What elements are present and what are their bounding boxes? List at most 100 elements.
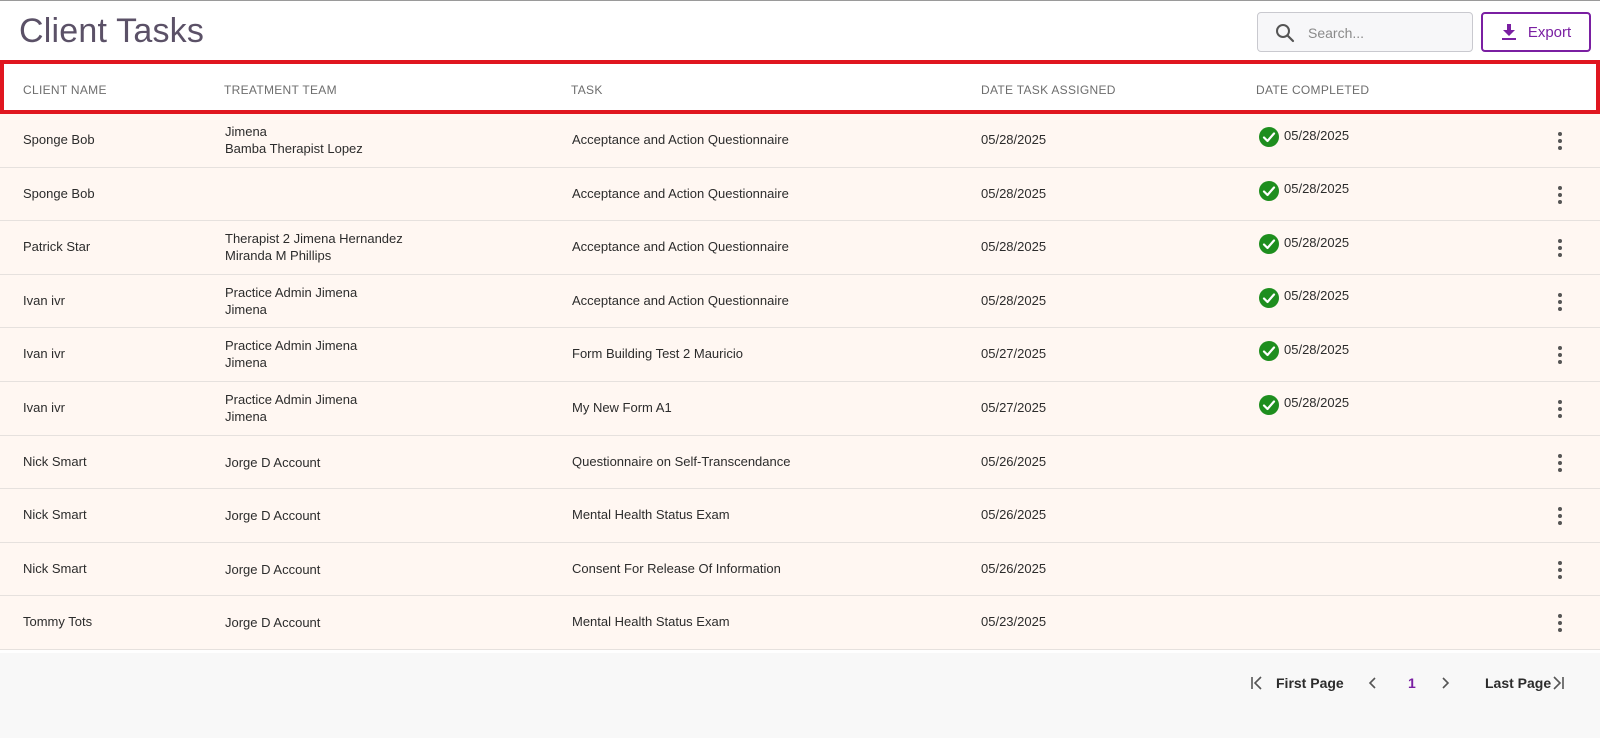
treatment-team-member: Jorge D Account [225, 508, 321, 524]
table-row[interactable]: Ivan ivr Practice Admin Jimena Jimena My Ne… [0, 381, 1600, 436]
date-completed-value: 05/28/2025 [1284, 395, 1350, 411]
check-circle-icon [1259, 180, 1279, 201]
first-page-icon[interactable] [1250, 675, 1264, 691]
table-row[interactable]: Nick Smart Jorge D Account Consent For Rel… [0, 542, 1600, 597]
column-header-client-name[interactable]: CLIENT NAME [23, 83, 107, 97]
table-row[interactable]: Tommy Tots Jorge D Account Mental Health S… [0, 596, 1600, 650]
treatment-team-member: Practice Admin Jimena [225, 391, 358, 407]
task-name: Mental Health Status Exam [572, 614, 730, 630]
check-circle-icon [1259, 287, 1279, 308]
treatment-team-member: Jimena [225, 408, 267, 424]
client-name: Sponge Bob [23, 132, 95, 147]
table-header: CLIENT NAME TREATMENT TEAM TASK DATE TAS… [0, 60, 1600, 114]
treatment-team-member: Practice Admin Jimena [225, 338, 358, 354]
client-name: Ivan ivr [23, 346, 65, 362]
date-completed: 05/28/2025 [1259, 287, 1350, 308]
table-row[interactable]: Sponge Bob Jimena Bamba Therapist Lopez Acc… [0, 114, 1600, 168]
date-completed-value: 05/28/2025 [1284, 341, 1350, 357]
treatment-team-member: Jorge D Account [225, 615, 321, 631]
check-circle-icon [1259, 341, 1279, 362]
task-name: Acceptance and Action Questionnaire [572, 132, 789, 147]
date-completed-value: 05/28/2025 [1284, 127, 1350, 143]
date-assigned: 05/27/2025 [981, 346, 1047, 362]
treatment-team: Jorge D Account [225, 507, 320, 524]
task-name: Form Building Test 2 Mauricio [572, 346, 743, 362]
column-header-date-completed[interactable]: DATE COMPLETED [1256, 83, 1369, 97]
date-completed: 05/28/2025 [1259, 394, 1350, 415]
date-assigned: 05/28/2025 [981, 292, 1047, 308]
date-assigned: 05/26/2025 [981, 453, 1047, 469]
client-name: Ivan ivr [23, 292, 65, 308]
date-assigned: 05/27/2025 [981, 399, 1047, 415]
treatment-team-member: Jorge D Account [225, 561, 321, 577]
client-name: Nick Smart [23, 453, 87, 469]
page-title: Client Tasks [19, 12, 205, 50]
check-circle-icon [1259, 127, 1279, 147]
treatment-team: Jorge D Account [225, 614, 320, 631]
treatment-team-member: Jimena [225, 301, 267, 317]
more-options-icon[interactable] [1552, 344, 1568, 366]
task-name: Acceptance and Action Questionnaire [572, 239, 789, 255]
column-header-date-assigned[interactable]: DATE TASK ASSIGNED [981, 83, 1116, 97]
date-completed: 05/28/2025 [1259, 341, 1350, 362]
chevron-left-icon[interactable] [1367, 675, 1377, 691]
table-row[interactable]: Ivan ivr Practice Admin Jimena Jimena Accep… [0, 274, 1600, 329]
more-options-icon[interactable] [1552, 130, 1568, 152]
client-name: Patrick Star [23, 239, 91, 255]
client-name: Ivan ivr [23, 399, 65, 415]
more-options-icon[interactable] [1552, 559, 1568, 581]
table-body: Sponge Bob Jimena Bamba Therapist Lopez Acc… [0, 114, 1600, 650]
date-assigned: 05/26/2025 [981, 560, 1047, 576]
treatment-team-member: Miranda M Phillips [225, 248, 332, 264]
date-assigned: 05/28/2025 [981, 239, 1047, 255]
task-name: Mental Health Status Exam [572, 507, 730, 523]
search-input[interactable] [1308, 22, 1458, 44]
treatment-team: Practice Admin Jimena Jimena [225, 337, 357, 371]
date-completed-value: 05/28/2025 [1284, 181, 1350, 197]
more-options-icon[interactable] [1552, 612, 1568, 634]
chevron-right-icon[interactable] [1441, 675, 1451, 691]
treatment-team-member: Practice Admin Jimena [225, 284, 358, 300]
check-circle-icon [1259, 234, 1279, 255]
more-options-icon[interactable] [1552, 452, 1568, 474]
task-name: Consent For Release Of Information [572, 560, 781, 576]
table-row[interactable]: Nick Smart Jorge D Account Questionnaire o… [0, 435, 1600, 490]
date-completed: 05/28/2025 [1259, 127, 1349, 147]
treatment-team: Jimena Bamba Therapist Lopez [225, 123, 363, 157]
treatment-team: Practice Admin Jimena Jimena [225, 391, 357, 425]
date-completed-value: 05/28/2025 [1284, 288, 1350, 304]
export-button[interactable]: Export [1481, 12, 1591, 52]
client-name: Tommy Tots [23, 614, 93, 630]
date-assigned: 05/28/2025 [981, 185, 1047, 201]
table-row[interactable]: Ivan ivr Practice Admin Jimena Jimena Form … [0, 328, 1600, 382]
date-completed: 05/28/2025 [1259, 234, 1350, 255]
task-name: Acceptance and Action Questionnaire [572, 292, 789, 308]
treatment-team-member: Jimena [225, 124, 267, 139]
download-icon [1501, 24, 1516, 40]
more-options-icon[interactable] [1552, 184, 1568, 206]
treatment-team: Practice Admin Jimena Jimena [225, 284, 357, 318]
column-header-task[interactable]: TASK [571, 83, 603, 97]
treatment-team-member: Therapist 2 Jimena Hernandez [225, 231, 403, 247]
client-name: Sponge Bob [23, 185, 95, 201]
search-icon [1276, 24, 1295, 43]
page-number-current[interactable]: 1 [1408, 675, 1416, 691]
more-options-icon[interactable] [1552, 398, 1568, 420]
last-page-icon[interactable] [1551, 675, 1565, 691]
search-box[interactable] [1257, 12, 1473, 52]
client-name: Nick Smart [23, 507, 87, 523]
check-circle-icon [1259, 394, 1279, 415]
more-options-icon[interactable] [1552, 291, 1568, 313]
column-header-treatment-team[interactable]: TREATMENT TEAM [224, 83, 337, 97]
date-assigned: 05/23/2025 [981, 614, 1047, 630]
table-row[interactable]: Sponge Bob Acceptance and Action Question… [0, 167, 1600, 222]
first-page-button[interactable]: First Page [1276, 675, 1344, 691]
date-completed-value: 05/28/2025 [1284, 234, 1350, 250]
treatment-team-member: Jimena [225, 355, 267, 371]
export-label: Export [1527, 23, 1572, 41]
table-row[interactable]: Nick Smart Jorge D Account Mental Health S… [0, 489, 1600, 543]
more-options-icon[interactable] [1552, 505, 1568, 527]
table-row[interactable]: Patrick Star Therapist 2 Jimena Hernandez… [0, 221, 1600, 275]
last-page-button[interactable]: Last Page [1485, 675, 1551, 691]
more-options-icon[interactable] [1552, 237, 1568, 259]
